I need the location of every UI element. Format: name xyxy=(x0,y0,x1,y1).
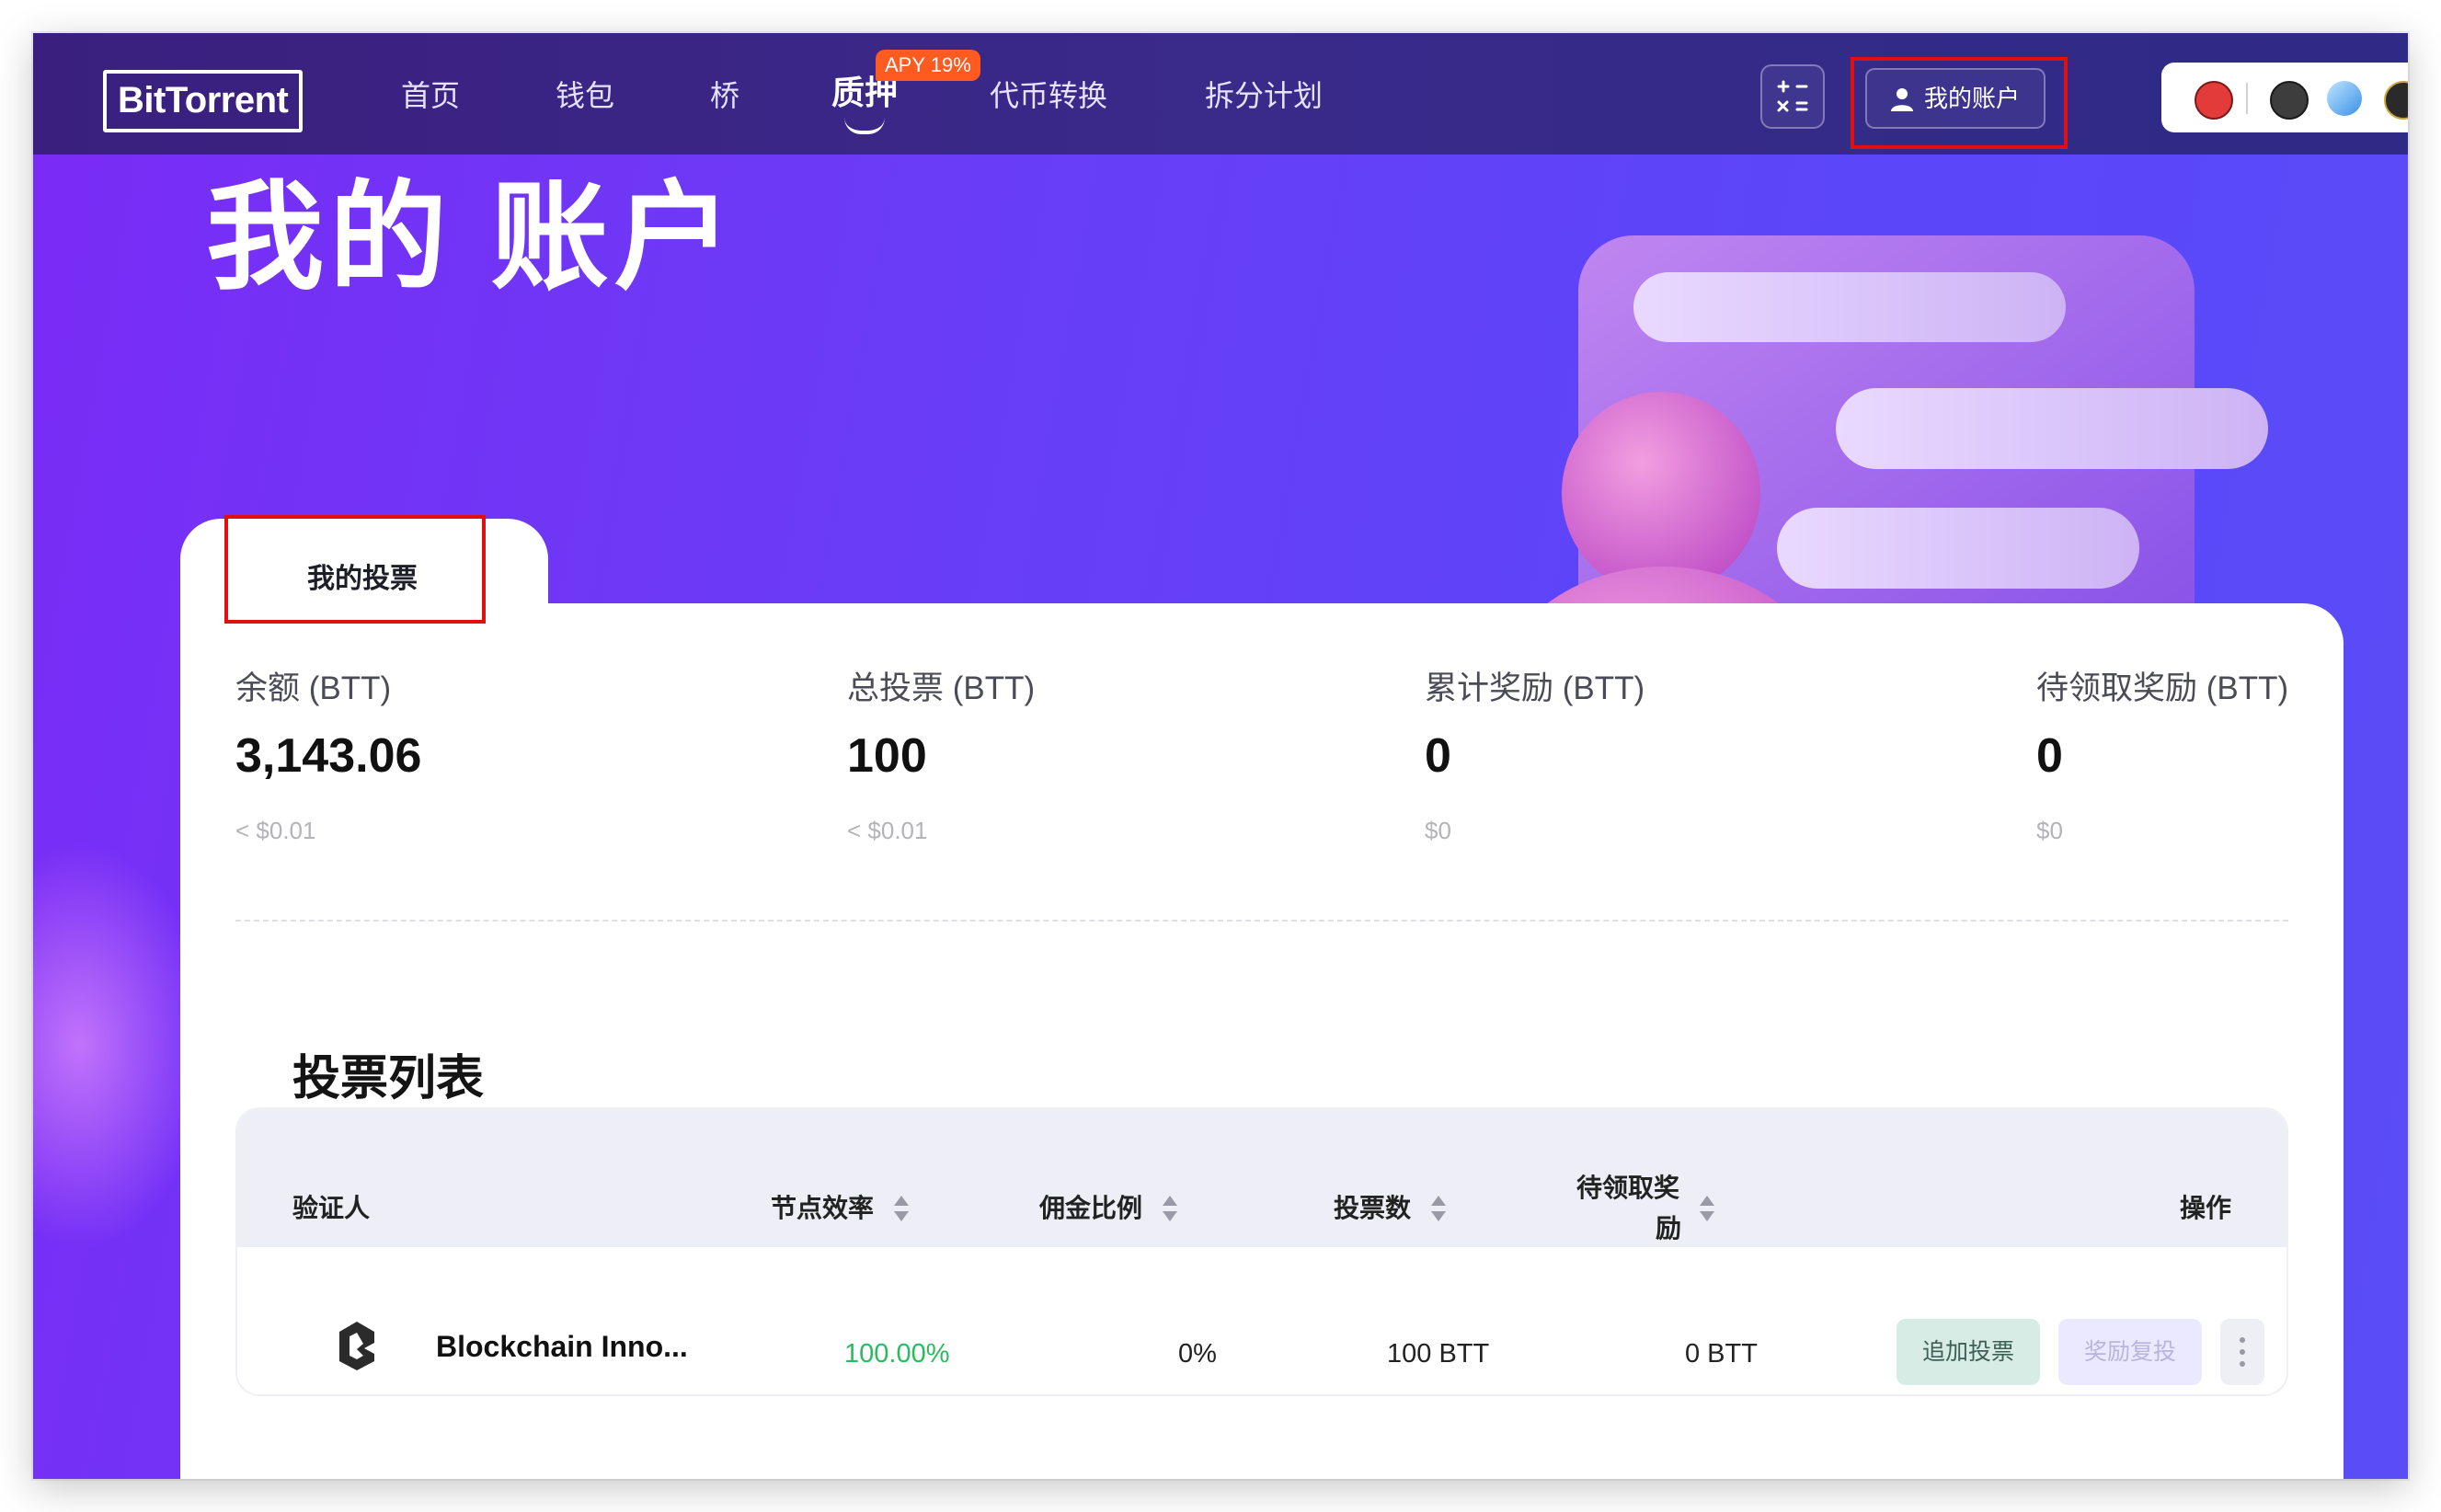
sort-icon[interactable] xyxy=(894,1196,909,1223)
more-options-icon[interactable] xyxy=(2220,1319,2264,1385)
col-efficiency[interactable]: 节点效率 xyxy=(771,1190,874,1227)
sort-icon[interactable] xyxy=(1700,1196,1714,1223)
commission-value: 0% xyxy=(1178,1339,1217,1369)
total-votes-usd: < $0.01 xyxy=(847,817,928,844)
col-actions: 操作 xyxy=(2180,1194,2232,1222)
calculator-icon xyxy=(1777,80,1808,112)
top-navigation: BitTorrent 首页 钱包 桥 质押 APY 19% 代币转换 拆分计划 xyxy=(33,33,2408,155)
efficiency-value: 100.00% xyxy=(844,1339,950,1369)
nav-wallet[interactable]: 钱包 xyxy=(556,77,614,114)
reinvest-button[interactable]: 奖励复投 xyxy=(2058,1319,2202,1385)
pending-rewards-usd: $0 xyxy=(2036,817,2063,844)
nav-token-swap[interactable]: 代币转换 xyxy=(990,77,1107,114)
app-window: BitTorrent 首页 钱包 桥 质押 APY 19% 代币转换 拆分计划 xyxy=(33,33,2408,1479)
col-commission[interactable]: 佣金比例 xyxy=(1039,1190,1142,1227)
balance-value: 3,143.06 xyxy=(235,729,422,783)
vote-list-title: 投票列表 xyxy=(292,1052,485,1105)
sort-icon[interactable] xyxy=(1431,1196,1446,1223)
balance-usd: < $0.01 xyxy=(235,817,316,844)
col-pending-rewards[interactable]: 待领取奖 xyxy=(1576,1170,1679,1207)
pending-value: 0 BTT xyxy=(1685,1339,1758,1369)
votes-value: 100 BTT xyxy=(1387,1339,1490,1369)
nav-home[interactable]: 首页 xyxy=(401,77,460,114)
validator-name[interactable]: Blockchain Inno... xyxy=(436,1330,688,1364)
apy-badge: APY 19% xyxy=(876,50,980,81)
add-vote-button[interactable]: 追加投票 xyxy=(1897,1319,2040,1385)
vote-table-header xyxy=(237,1109,2286,1247)
tab-highlight-box xyxy=(224,515,486,624)
balance-label: 余额 (BTT) xyxy=(235,670,392,706)
account-highlight-box xyxy=(1851,57,2068,149)
total-rewards-usd: $0 xyxy=(1425,817,1451,844)
wallet-extension-bar xyxy=(2161,63,2408,132)
page-title: 我的 账户 xyxy=(206,172,738,304)
nav-redenomination[interactable]: 拆分计划 xyxy=(1205,77,1323,114)
col-pending-rewards-wrap: 励 xyxy=(1656,1214,1682,1243)
col-validator: 验证人 xyxy=(292,1194,371,1222)
sort-icon[interactable] xyxy=(1163,1196,1177,1223)
active-nav-indicator xyxy=(844,118,885,134)
wallet-icon-1[interactable] xyxy=(2195,81,2233,120)
wallet-icon-4[interactable] xyxy=(2384,81,2408,120)
wallet-divider xyxy=(2246,83,2248,114)
pending-rewards-label: 待领取奖励 (BTT) xyxy=(2036,670,2289,706)
account-illustration xyxy=(1526,235,2268,622)
col-votes[interactable]: 投票数 xyxy=(1334,1190,1411,1227)
total-rewards-label: 累计奖励 (BTT) xyxy=(1425,670,1645,706)
bittorrent-logo[interactable]: BitTorrent xyxy=(103,70,304,132)
nav-bridge[interactable]: 桥 xyxy=(710,77,739,114)
section-divider xyxy=(235,920,2288,922)
calculator-button[interactable] xyxy=(1760,64,1825,129)
validator-logo-icon xyxy=(339,1322,374,1370)
total-rewards-value: 0 xyxy=(1425,729,1451,783)
pending-rewards-value: 0 xyxy=(2036,729,2063,783)
total-votes-value: 100 xyxy=(847,729,927,783)
total-votes-label: 总投票 (BTT) xyxy=(847,670,1036,706)
wallet-icon-3[interactable] xyxy=(2327,81,2362,116)
wallet-icon-2[interactable] xyxy=(2270,81,2309,120)
